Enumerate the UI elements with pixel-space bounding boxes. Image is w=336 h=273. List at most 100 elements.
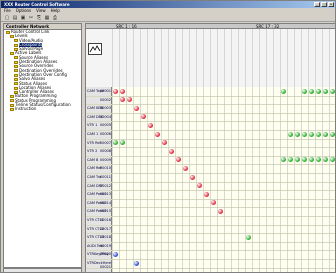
open-icon[interactable]: ▤ (12, 15, 18, 21)
row-divider (86, 259, 335, 260)
save-icon[interactable]: ▣ (20, 15, 26, 21)
column-divider (196, 29, 197, 272)
crosspoint-dot[interactable] (211, 200, 216, 206)
crosspoint-dot[interactable] (281, 157, 286, 163)
row-divider (86, 112, 335, 114)
column-divider (133, 29, 134, 272)
row-divider (86, 130, 335, 131)
crosspoint-dot[interactable] (120, 97, 125, 103)
crosspoint-dot[interactable] (302, 157, 307, 163)
crosspoint-dot[interactable] (148, 122, 153, 128)
crosspoint-dot[interactable] (309, 157, 314, 163)
row-label: VTRDeckHere00021 (87, 261, 112, 269)
row-label: CAM Ref 00010 (87, 166, 111, 171)
crosspoint-dot[interactable] (190, 174, 195, 180)
crosspoint-dot[interactable] (330, 131, 335, 137)
crosspoint-dot[interactable] (295, 157, 300, 163)
crosspoint-dot[interactable] (330, 88, 335, 94)
crosspoint-dot[interactable] (197, 183, 202, 189)
crosspoint-dot[interactable] (134, 105, 139, 111)
column-divider (147, 29, 148, 272)
column-divider (182, 29, 183, 272)
crosspoint-dot[interactable] (204, 191, 209, 197)
crosspoint-dot[interactable] (323, 88, 328, 94)
row-divider (86, 138, 335, 140)
column-divider (266, 29, 267, 272)
crosspoint-dot[interactable] (288, 131, 293, 137)
print-icon[interactable]: ⎙ (52, 15, 58, 21)
tree-scrollbar[interactable] (3, 268, 82, 273)
crosspoint-dot[interactable] (113, 251, 118, 257)
column-divider (217, 29, 218, 272)
folder-icon (14, 39, 18, 43)
crosspoint-dot[interactable] (218, 208, 223, 214)
tree-item[interactable]: Instruction (4, 107, 81, 111)
paste-icon[interactable]: ▦ (44, 15, 50, 21)
folder-icon (10, 107, 14, 111)
crosspoint-dot[interactable] (127, 97, 132, 103)
folder-icon (10, 103, 14, 107)
tree-panel: Controller Network Router Control Link Le… (3, 23, 82, 268)
crosspoint-dot[interactable] (134, 260, 139, 266)
column-divider (210, 29, 211, 272)
row-divider (86, 104, 335, 106)
copy-icon[interactable]: ⎘ (36, 15, 42, 21)
crosspoint-dot[interactable] (295, 131, 300, 137)
row-divider (86, 181, 335, 183)
crosspoint-dot[interactable] (309, 88, 314, 94)
tree-items: Router Control Link Levels Video/Audio Cros… (4, 29, 81, 112)
column-divider (308, 29, 309, 272)
folder-icon (10, 99, 14, 103)
toolbar: ▢ ▤ ▣ ✂ ⎘ ▦ ⎙ (1, 14, 335, 22)
crosspoint-dot[interactable] (155, 131, 160, 137)
close-button[interactable]: × (328, 2, 334, 7)
folder-icon (10, 34, 14, 38)
crosspoint-dot[interactable] (281, 88, 286, 94)
column-divider (161, 29, 162, 272)
row-label: CAM Tra 00011 (87, 175, 111, 179)
crosspoint-dot[interactable] (141, 114, 146, 120)
logo-icon (88, 43, 102, 55)
column-divider (119, 29, 120, 272)
row-label: CAM 1 00006 (87, 132, 111, 136)
row-label: CAM Pack2 00014 (87, 200, 111, 205)
crosspoint-dot[interactable] (316, 157, 321, 163)
cut-icon[interactable]: ✂ (28, 15, 34, 21)
folder-icon (14, 82, 18, 86)
crosspoint-dot[interactable] (120, 88, 125, 94)
crosspoint-dot[interactable] (246, 234, 251, 240)
crosspoint-dot[interactable] (316, 131, 321, 137)
crosspoint-dot[interactable] (120, 140, 125, 146)
row-divider (86, 155, 335, 157)
crosspoint-dot[interactable] (309, 131, 314, 137)
crosspoint-dot[interactable] (113, 140, 118, 146)
crosspoint-dot[interactable] (323, 131, 328, 137)
crosspoint-dot[interactable] (183, 165, 188, 171)
crosspoint-dot[interactable] (176, 157, 181, 163)
crosspoint-dot[interactable] (330, 157, 335, 163)
minimize-button[interactable]: _ (314, 2, 320, 7)
new-icon[interactable]: ▢ (4, 15, 10, 21)
crosspoint-dot[interactable] (162, 140, 167, 146)
crosspoint-dot[interactable] (323, 157, 328, 163)
folder-icon (14, 77, 18, 81)
column-divider (112, 29, 113, 272)
crosspoint-dot[interactable] (288, 157, 293, 163)
row-label: VTRKey/Play 00020 (87, 252, 111, 257)
crosspoint-dot[interactable] (169, 148, 174, 154)
column-divider (224, 29, 225, 272)
column-divider (273, 29, 274, 272)
maximize-button[interactable]: □ (321, 2, 327, 7)
crosspoint-dot[interactable] (316, 88, 321, 94)
column-divider (252, 29, 253, 272)
app-window: XXX Router Control Software _ □ × File O… (0, 0, 336, 273)
column-divider (315, 29, 316, 272)
row-label: VTR CTL2 00017 (87, 226, 111, 231)
crosspoint-dot[interactable] (113, 88, 118, 94)
row-label: VTR 2 00008 (87, 149, 111, 154)
row-label: CAM KEB 00003 (87, 106, 111, 111)
crosspoint-dot[interactable] (302, 131, 307, 137)
column-divider (238, 29, 239, 272)
crosspoint-dot[interactable] (302, 88, 307, 94)
folder-icon (14, 43, 18, 47)
